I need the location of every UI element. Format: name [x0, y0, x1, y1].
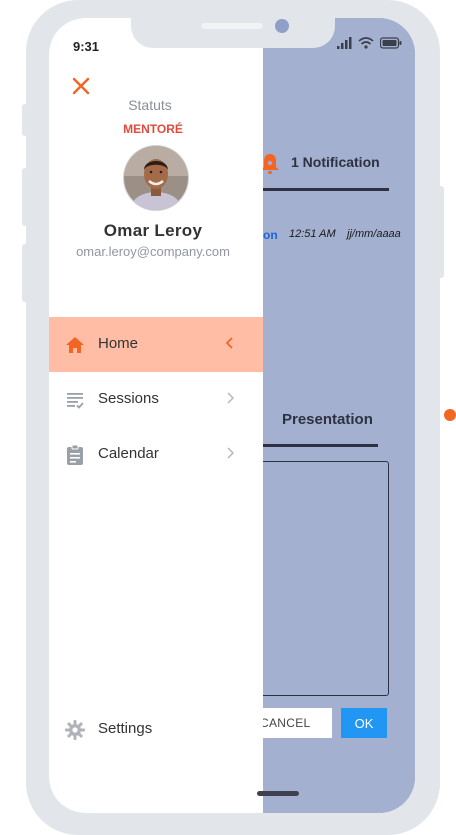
avatar[interactable] — [124, 146, 188, 210]
clipboard-icon — [67, 444, 83, 465]
chevron-right-icon — [227, 392, 235, 404]
chevron-right-icon — [227, 447, 235, 459]
notification-header[interactable]: 1 Notification — [259, 152, 389, 174]
menu-item-label: Calendar — [98, 445, 159, 462]
notification-count: 1 Notification — [291, 154, 380, 170]
phone-screen: 1 Notification on 12:51 AM jj/mm/aaaa Pr… — [49, 18, 415, 813]
gear-icon — [65, 720, 85, 740]
wifi-icon — [358, 37, 374, 49]
user-name: Omar Leroy — [103, 221, 203, 240]
front-camera — [275, 19, 289, 33]
battery-icon — [380, 37, 402, 49]
menu-item-home[interactable]: Home — [49, 317, 263, 372]
navigation-drawer: Statuts MENTORÉ Omar Leroy omar.leroy@co… — [49, 18, 263, 813]
home-indicator[interactable] — [257, 791, 299, 796]
home-icon — [66, 337, 84, 353]
presentation-underline — [263, 444, 378, 447]
list-icon — [67, 393, 84, 409]
ok-button[interactable]: OK — [341, 708, 387, 738]
close-icon[interactable] — [71, 76, 91, 96]
status-badge: MENTORÉ — [123, 122, 183, 136]
volume-up-button — [22, 168, 28, 226]
session-row-date: jj/mm/aaaa — [347, 228, 401, 240]
mute-switch — [22, 104, 28, 136]
orange-dot — [444, 409, 456, 421]
volume-down-button — [22, 244, 28, 302]
settings-label: Settings — [98, 720, 153, 737]
signal-icon — [337, 37, 352, 49]
chevron-left-icon — [225, 337, 233, 349]
avatar-image — [124, 146, 188, 210]
status-label: Statuts — [128, 97, 172, 113]
settings-item[interactable]: Settings — [49, 716, 263, 746]
menu-item-label: Sessions — [98, 390, 159, 407]
menu-item-sessions[interactable]: Sessions — [49, 372, 263, 427]
user-email: omar.leroy@company.com — [76, 244, 230, 259]
speaker-grille — [201, 23, 263, 29]
power-button — [438, 186, 444, 278]
menu-item-calendar[interactable]: Calendar — [49, 427, 263, 482]
notification-underline — [263, 188, 389, 191]
session-row-prefix: on — [263, 228, 278, 242]
presentation-textarea[interactable] — [255, 461, 389, 696]
tab-presentation[interactable]: Presentation — [282, 411, 373, 428]
cancel-button[interactable]: CANCEL — [257, 708, 332, 738]
session-row-time: 12:51 AM — [289, 228, 336, 240]
menu-item-label: Home — [98, 335, 139, 352]
status-time: 9:31 — [73, 39, 100, 54]
background-screen: 1 Notification on 12:51 AM jj/mm/aaaa Pr… — [255, 18, 415, 813]
